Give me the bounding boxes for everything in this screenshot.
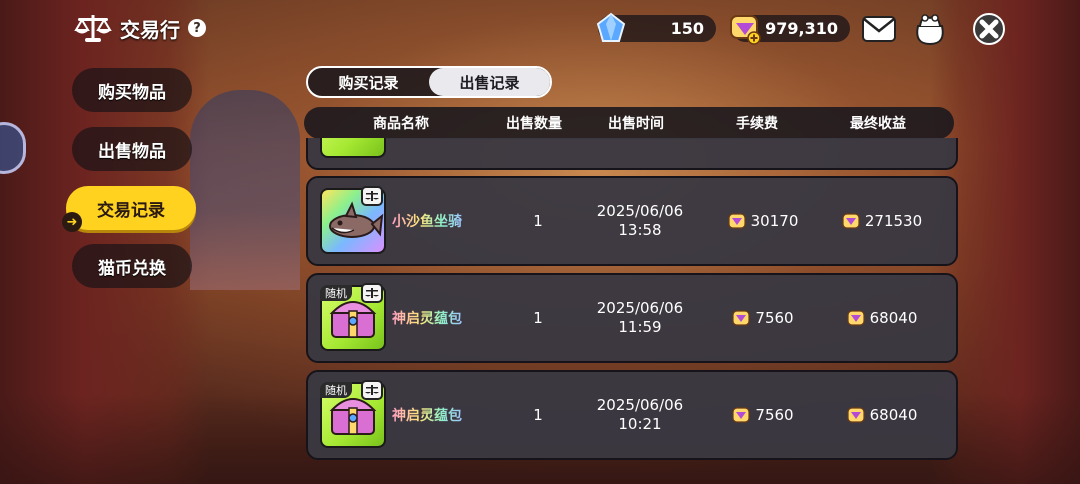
background-window xyxy=(190,90,300,290)
page-header: 交易行 ? xyxy=(74,10,206,46)
sell-date: 2025/06/06 xyxy=(596,299,684,317)
arrow-right-icon: ➜ xyxy=(62,212,82,232)
sell-clock: 11:59 xyxy=(618,318,662,336)
cat-coin-icon xyxy=(847,310,865,326)
coin-balance: 979,310 xyxy=(730,15,850,45)
random-tag: 随机 xyxy=(320,285,352,301)
sidebar-item-label: 猫币兑换 xyxy=(98,258,166,279)
sell-qty: 1 xyxy=(533,309,543,327)
table-row[interactable]: 小沙鱼坐骑 1 2025/06/06 13:58 30170 271530 xyxy=(306,176,958,266)
sidebar-item-buy[interactable]: 购买物品 xyxy=(72,68,192,112)
net-value: 68040 xyxy=(869,309,918,327)
item-icon-partial xyxy=(320,138,386,158)
bag-button[interactable] xyxy=(911,12,949,46)
column-header-time: 出售时间 xyxy=(608,116,664,132)
sell-time: 2025/06/06 11:59 xyxy=(580,275,700,361)
blue-gem-icon xyxy=(596,12,626,42)
net-value: 68040 xyxy=(869,406,918,424)
net-value: 271530 xyxy=(864,212,923,230)
mail-icon xyxy=(862,16,896,42)
sidebar-item-cat-coin-exchange[interactable]: 猫币兑换 xyxy=(72,244,192,288)
page-title: 交易行 xyxy=(120,17,180,42)
item-name-text: 小沙鱼坐骑 xyxy=(392,211,462,231)
mail-button[interactable] xyxy=(860,12,898,46)
coin-count: 979,310 xyxy=(765,19,838,38)
tab-buy-records[interactable]: 购买记录 xyxy=(308,68,429,96)
item-name-text: 神启灵蕴包 xyxy=(392,308,462,328)
sidebar-item-records[interactable]: 交易记录 xyxy=(66,186,196,230)
table-row[interactable]: 随机 神启灵蕴包 1 2025/06/06 10:21 7560 68040 xyxy=(306,370,958,460)
sell-qty: 1 xyxy=(533,212,543,230)
sidebar-item-label: 出售物品 xyxy=(98,141,166,162)
sell-time: 2025/06/06 13:58 xyxy=(580,178,700,264)
fee-value: 7560 xyxy=(755,309,794,327)
item-name: 神启灵蕴包 xyxy=(392,372,512,458)
sell-qty: 1 xyxy=(533,406,543,424)
cat-coin-icon xyxy=(842,213,860,229)
fee: 7560 xyxy=(708,275,818,361)
gem-balance: 150 xyxy=(596,12,716,42)
item-name-text: 神启灵蕴包 xyxy=(392,405,462,425)
sidebar-item-label: 交易记录 xyxy=(97,200,165,221)
table-row[interactable]: 随机 神启灵蕴包 1 2025/06/06 11:59 7560 68040 xyxy=(306,273,958,363)
column-header-name: 商品名称 xyxy=(373,116,429,132)
tab-sell-records[interactable]: 出售记录 xyxy=(429,68,550,96)
tradeable-scale-icon xyxy=(361,380,383,400)
record-tabs: 购买记录 出售记录 xyxy=(306,66,552,98)
tradeable-scale-icon xyxy=(361,283,383,303)
cat-coin-icon xyxy=(732,407,751,423)
net-income: 68040 xyxy=(820,275,944,361)
item-name: 小沙鱼坐骑 xyxy=(392,178,512,264)
close-icon xyxy=(973,13,1005,45)
item-name: 神启灵蕴包 xyxy=(392,275,512,361)
fee: 7560 xyxy=(708,372,818,458)
sidebar-item-label: 购买物品 xyxy=(98,82,166,103)
column-header-fee: 手续费 xyxy=(736,116,778,132)
sell-date: 2025/06/06 xyxy=(596,396,684,414)
sell-date: 2025/06/06 xyxy=(596,202,684,220)
gem-count: 150 xyxy=(670,19,704,38)
sell-clock: 13:58 xyxy=(618,221,662,239)
table-header: 商品名称 出售数量 出售时间 手续费 最终收益 xyxy=(304,107,954,139)
sell-clock: 10:21 xyxy=(618,415,662,433)
column-header-net: 最终收益 xyxy=(850,116,906,132)
bag-icon xyxy=(916,14,944,46)
net-income: 68040 xyxy=(820,372,944,458)
column-header-qty: 出售数量 xyxy=(506,116,562,132)
cat-coin-add-icon[interactable] xyxy=(728,11,762,45)
close-button[interactable] xyxy=(970,12,1008,46)
cat-coin-icon xyxy=(732,310,751,326)
cat-coin-icon xyxy=(847,407,865,423)
net-income: 271530 xyxy=(820,178,944,264)
sell-time: 2025/06/06 10:21 xyxy=(580,372,700,458)
scale-icon xyxy=(74,15,112,42)
help-icon[interactable]: ? xyxy=(188,19,206,37)
tradeable-scale-icon xyxy=(361,186,383,206)
random-tag: 随机 xyxy=(320,382,352,398)
fee-value: 7560 xyxy=(755,406,794,424)
cat-coin-icon xyxy=(728,213,746,229)
fee: 30170 xyxy=(708,178,818,264)
fee-value: 30170 xyxy=(750,212,799,230)
table-row-partial[interactable] xyxy=(306,138,958,170)
sidebar-item-sell[interactable]: 出售物品 xyxy=(72,127,192,171)
